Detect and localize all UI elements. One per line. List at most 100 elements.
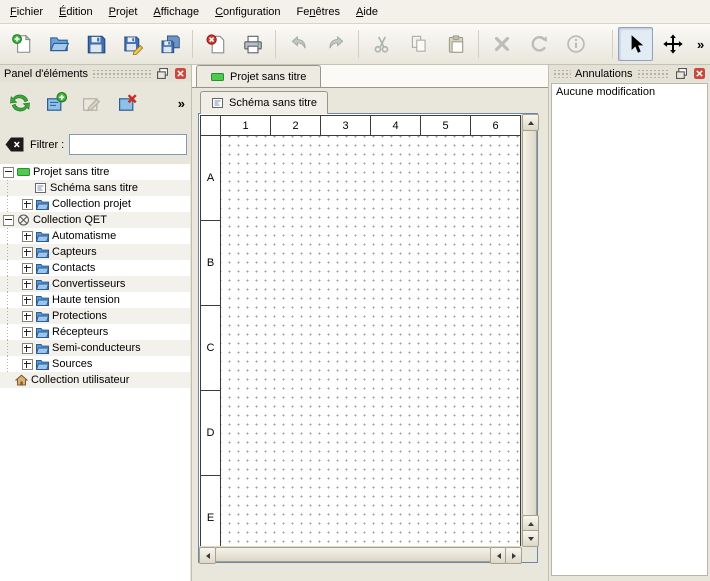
- filter-input[interactable]: [69, 134, 187, 155]
- tab-schema-sans-titre[interactable]: Schéma sans titre: [200, 91, 328, 114]
- undo-button[interactable]: [281, 27, 316, 61]
- collapse-icon[interactable]: [3, 215, 14, 226]
- diagram-viewport[interactable]: 1 2 3 4 5 6 A B C D E: [199, 114, 522, 547]
- selection-mode-button[interactable]: [618, 27, 653, 61]
- left-dock-float-button[interactable]: [155, 67, 169, 80]
- home-icon: [15, 374, 28, 386]
- reload-collections-button[interactable]: [4, 87, 36, 119]
- tree-item-semi-conducteurs[interactable]: Semi-conducteurs: [0, 340, 190, 356]
- row-header-a: A: [201, 136, 221, 221]
- tree-item-protections[interactable]: Protections: [0, 308, 190, 324]
- menu-projet[interactable]: Projet: [101, 0, 146, 23]
- tree-item-projet-sans-titre[interactable]: Projet sans titre: [0, 164, 190, 180]
- expand-icon[interactable]: [22, 327, 33, 338]
- menu-edition[interactable]: Édition: [51, 0, 101, 23]
- menu-accel: É: [59, 6, 66, 18]
- redo-button[interactable]: [318, 27, 353, 61]
- print-button[interactable]: [235, 27, 270, 61]
- tab-projet-sans-titre[interactable]: Projet sans titre: [196, 65, 321, 87]
- expand-icon[interactable]: [22, 263, 33, 274]
- delete-button[interactable]: [484, 27, 519, 61]
- tree-item-contacts[interactable]: Contacts: [0, 260, 190, 276]
- expand-icon[interactable]: [22, 343, 33, 354]
- scroll-down-button[interactable]: [522, 530, 539, 547]
- dock-grip[interactable]: [637, 70, 671, 78]
- new-element-button[interactable]: [40, 87, 72, 119]
- right-dock-titlebar[interactable]: Annulations: [549, 65, 710, 82]
- expand-icon[interactable]: [22, 279, 33, 290]
- expand-icon[interactable]: [22, 295, 33, 306]
- menu-label: êtres: [316, 6, 340, 18]
- close-file-button[interactable]: [198, 27, 233, 61]
- menu-fenetres[interactable]: Fenêtres: [289, 0, 348, 23]
- menu-label: onfiguration: [223, 6, 281, 18]
- collapse-icon[interactable]: [3, 167, 14, 178]
- save-button[interactable]: [78, 27, 113, 61]
- open-file-button[interactable]: [41, 27, 76, 61]
- float-window-icon: [676, 68, 687, 79]
- row-header-c: C: [201, 306, 221, 391]
- tree-item-capteurs[interactable]: Capteurs: [0, 244, 190, 260]
- tree-item-haute-tension[interactable]: Haute tension: [0, 292, 190, 308]
- left-dock-close-button[interactable]: [173, 67, 187, 80]
- save-all-button[interactable]: [152, 27, 187, 61]
- new-file-button[interactable]: [4, 27, 39, 61]
- tree-item-recepteurs[interactable]: Récepteurs: [0, 324, 190, 340]
- menu-fichier[interactable]: Fichier: [2, 0, 51, 23]
- pan-mode-button[interactable]: [655, 27, 690, 61]
- scroll-up-button[interactable]: [522, 114, 539, 131]
- scroll-left-button[interactable]: [199, 547, 216, 564]
- clear-filter-button[interactable]: [4, 136, 25, 153]
- menu-bar: Fichier Édition Projet Affichage Configu…: [0, 0, 710, 24]
- menu-configuration[interactable]: Configuration: [207, 0, 288, 23]
- rotate-button[interactable]: [521, 27, 556, 61]
- horizontal-scrollbar[interactable]: [199, 546, 522, 562]
- hscroll-thumb[interactable]: [215, 547, 491, 562]
- scroll-right-button[interactable]: [505, 547, 522, 564]
- expand-icon[interactable]: [22, 247, 33, 258]
- left-dock-titlebar[interactable]: Panel d'éléments: [0, 65, 191, 82]
- menu-label: ide: [363, 6, 378, 18]
- menu-label: dition: [66, 6, 92, 18]
- tree-item-schema-sans-titre[interactable]: Schéma sans titre: [0, 180, 190, 196]
- vscroll-thumb[interactable]: [522, 130, 537, 516]
- tree-item-label: Contacts: [52, 262, 95, 274]
- save-as-icon: [122, 33, 144, 55]
- menu-affichage[interactable]: Affichage: [145, 0, 207, 23]
- open-folder-icon: [48, 33, 70, 55]
- expand-icon[interactable]: [22, 199, 33, 210]
- undo-history-panel[interactable]: Aucune modification: [551, 83, 708, 576]
- tree-item-collection-qet[interactable]: Collection QET: [0, 212, 190, 228]
- delete-element-button[interactable]: [112, 87, 144, 119]
- toolbar-overflow-button[interactable]: »: [692, 37, 709, 52]
- expand-icon[interactable]: [22, 311, 33, 322]
- delete-element-icon: [116, 91, 140, 115]
- tree-item-collection-projet[interactable]: Collection projet: [0, 196, 190, 212]
- right-dock-float-button[interactable]: [674, 67, 688, 80]
- ruler-corner: [201, 116, 221, 136]
- tree-item-label: Convertisseurs: [52, 278, 125, 290]
- panel-overflow-button[interactable]: »: [178, 96, 187, 111]
- right-dock-close-button[interactable]: [692, 67, 706, 80]
- edit-element-button[interactable]: [76, 87, 108, 119]
- copy-button[interactable]: [401, 27, 436, 61]
- tree-item-convertisseurs[interactable]: Convertisseurs: [0, 276, 190, 292]
- tree-item-collection-utilisateur[interactable]: Collection utilisateur: [0, 372, 190, 388]
- expand-icon[interactable]: [22, 231, 33, 242]
- tree-item-automatisme[interactable]: Automatisme: [0, 228, 190, 244]
- diagram-canvas[interactable]: [221, 136, 521, 547]
- element-info-button[interactable]: [558, 27, 593, 61]
- dock-grip[interactable]: [92, 70, 151, 78]
- refresh-icon: [8, 91, 32, 115]
- toolbar-separator: [612, 30, 613, 58]
- cut-button[interactable]: [364, 27, 399, 61]
- tree-item-sources[interactable]: Sources: [0, 356, 190, 372]
- vertical-scrollbar[interactable]: [521, 114, 537, 547]
- save-icon: [85, 33, 107, 55]
- save-as-button[interactable]: [115, 27, 150, 61]
- dock-grip[interactable]: [553, 70, 571, 78]
- printer-icon: [242, 33, 264, 55]
- menu-aide[interactable]: Aide: [348, 0, 386, 23]
- paste-button[interactable]: [438, 27, 473, 61]
- expand-icon[interactable]: [22, 359, 33, 370]
